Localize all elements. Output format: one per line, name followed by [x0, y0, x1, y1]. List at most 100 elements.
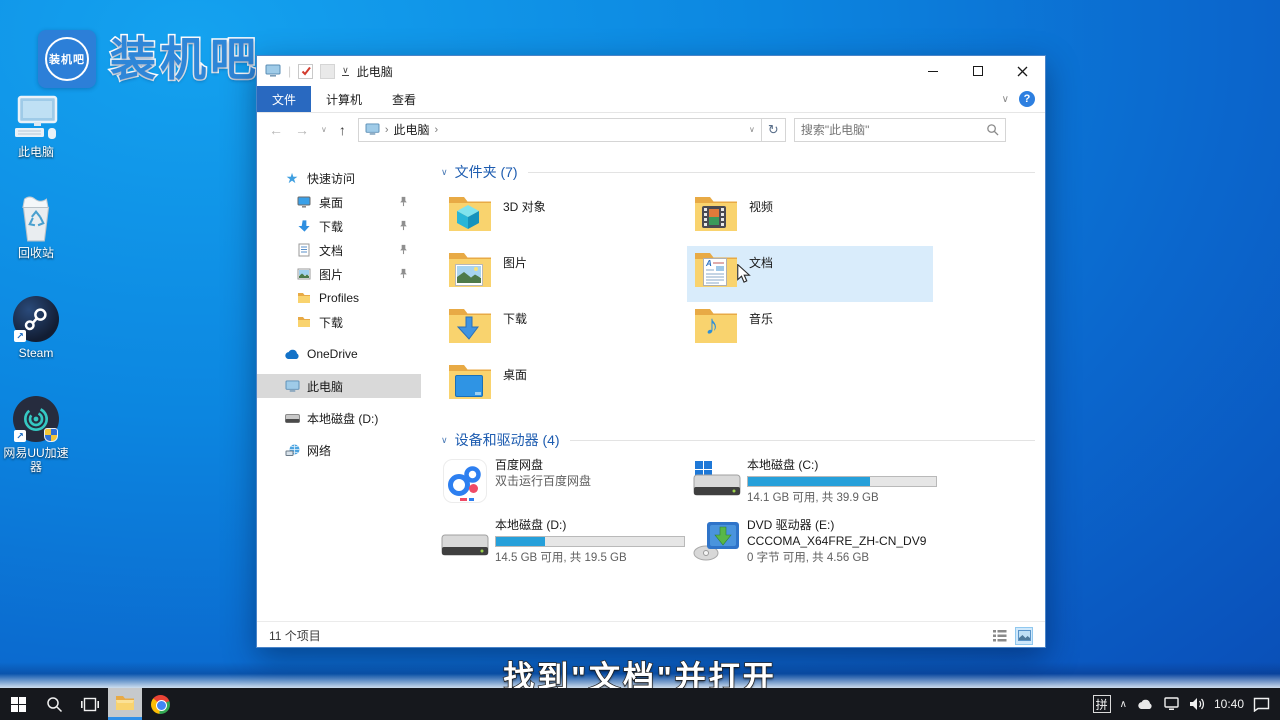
capacity-fill — [496, 537, 545, 546]
folder-documents-icon: A — [693, 250, 739, 290]
desktop: 装机吧 装机吧 此电脑 回收站 — [0, 0, 1280, 720]
properties-button[interactable] — [298, 64, 313, 79]
minimize-button[interactable] — [910, 56, 955, 86]
recycle-bin-icon — [12, 196, 60, 242]
onedrive-tray-icon[interactable] — [1136, 699, 1154, 710]
start-button[interactable] — [0, 688, 36, 720]
breadcrumb-separator[interactable]: › — [435, 124, 439, 136]
quick-access-toolbar: | ∨ — [265, 64, 349, 79]
folder-tile-pictures[interactable]: 图片 — [441, 246, 687, 302]
details-view-button[interactable] — [991, 627, 1009, 645]
taskbar-file-explorer-button[interactable] — [108, 688, 142, 720]
address-dropdown-chevron[interactable]: ∨ — [749, 125, 755, 134]
folder-downloads-icon — [447, 306, 493, 346]
device-tile-local-disk-c[interactable]: 本地磁盘 (C:) 14.1 GB 可用, 共 39.9 GB — [693, 458, 1033, 516]
back-button[interactable]: ← — [269, 122, 283, 138]
action-center-icon[interactable] — [1253, 697, 1270, 712]
window-title: 此电脑 — [357, 63, 393, 80]
sidebar-item-local-disk-d[interactable]: 本地磁盘 (D:) — [257, 406, 421, 430]
sidebar-item-downloads-folder[interactable]: 下载 — [257, 310, 421, 334]
close-button[interactable] — [1000, 56, 1045, 86]
folder-tile-desktop[interactable]: 桌面 — [441, 358, 687, 414]
sidebar-item-profiles[interactable]: Profiles — [257, 286, 421, 310]
folders-grid: 3D 对象 视频 图片 — [441, 190, 1035, 414]
sidebar-item-quick-access[interactable]: ★ 快速访问 — [257, 166, 421, 190]
desktop-icon-steam[interactable]: ↗ Steam — [0, 296, 72, 360]
desktop-icon-label: 网易UU加速器 — [0, 446, 72, 474]
sidebar-item-downloads[interactable]: 下载 — [257, 214, 421, 238]
tab-computer[interactable]: 计算机 — [311, 86, 377, 112]
recent-locations-chevron[interactable]: ∨ — [321, 125, 327, 134]
volume-tray-icon[interactable] — [1189, 697, 1205, 711]
collapse-chevron-icon: ∨ — [441, 435, 448, 446]
folder-tile-documents[interactable]: A 文档 — [687, 246, 933, 302]
breadcrumb-this-pc[interactable]: 此电脑 — [394, 121, 430, 138]
sidebar-item-onedrive[interactable]: OneDrive — [257, 342, 421, 366]
network-tray-icon[interactable] — [1163, 697, 1180, 711]
forward-button[interactable]: → — [295, 122, 309, 138]
desktop-icon-label: 回收站 — [0, 246, 72, 260]
shortcut-arrow-icon: ↗ — [14, 330, 26, 342]
desktop-icon-recycle-bin[interactable]: 回收站 — [0, 196, 72, 260]
tab-view[interactable]: 查看 — [377, 86, 431, 112]
pin-icon — [398, 268, 409, 282]
folder-tile-videos[interactable]: 视频 — [687, 190, 933, 246]
ribbon-collapse-chevron-icon[interactable]: ∨ — [1002, 94, 1009, 105]
folder-tile-3d-objects[interactable]: 3D 对象 — [441, 190, 687, 246]
logo-title: 装机吧 — [110, 30, 260, 88]
breadcrumb-separator: › — [385, 124, 389, 136]
desktop-icon-netease-uu[interactable]: ↗ 网易UU加速器 — [0, 396, 72, 474]
item-count: 11 个项目 — [269, 627, 321, 644]
status-bar: 11 个项目 — [257, 621, 1045, 649]
device-tile-local-disk-d[interactable]: 本地磁盘 (D:) 14.5 GB 可用, 共 19.5 GB — [441, 518, 693, 576]
titlebar[interactable]: | ∨ 此电脑 — [257, 56, 1045, 86]
search-icon — [46, 696, 63, 713]
tab-file[interactable]: 文件 — [257, 86, 311, 112]
document-icon — [296, 242, 312, 258]
network-icon — [284, 442, 300, 458]
maximize-icon — [973, 66, 983, 76]
folders-group-header[interactable]: ∨ 文件夹 (7) — [441, 162, 1035, 182]
folder-pictures-icon — [447, 250, 493, 290]
steam-icon: ↗ — [12, 296, 60, 342]
device-tile-dvd-drive-e[interactable]: DVD 驱动器 (E:) CCCOMA_X64FRE_ZH-CN_DV9 0 字… — [693, 518, 1033, 576]
desktop-icon-this-pc[interactable]: 此电脑 — [0, 95, 72, 159]
pin-icon — [398, 220, 409, 234]
search-input[interactable] — [801, 123, 986, 137]
sidebar-item-documents[interactable]: 文档 — [257, 238, 421, 262]
taskbar-search-button[interactable] — [36, 688, 72, 720]
refresh-button[interactable]: ↻ — [762, 118, 786, 142]
devices-group-header[interactable]: ∨ 设备和驱动器 (4) — [441, 430, 1035, 450]
sidebar-item-this-pc[interactable]: 此电脑 — [257, 374, 421, 398]
sidebar-item-network[interactable]: 网络 — [257, 438, 421, 462]
up-button[interactable]: ↑ — [339, 122, 346, 138]
sidebar-item-desktop[interactable]: 桌面 — [257, 190, 421, 214]
search-box[interactable] — [794, 118, 1006, 142]
folder-tile-downloads[interactable]: 下载 — [441, 302, 687, 358]
devices-grid: 百度网盘 双击运行百度网盘 — [441, 458, 1035, 576]
sidebar-item-pictures[interactable]: 图片 — [257, 262, 421, 286]
task-view-button[interactable] — [72, 688, 108, 720]
customize-toolbar-dropdown[interactable]: ∨ — [342, 66, 349, 76]
help-icon[interactable]: ? — [1019, 91, 1035, 107]
desktop-icon-label: 此电脑 — [0, 145, 72, 159]
collapse-chevron-icon: ∨ — [441, 167, 448, 178]
netease-uu-icon: ↗ — [12, 396, 60, 442]
folder-tile-music[interactable]: ♪ 音乐 — [687, 302, 933, 358]
chrome-icon — [151, 695, 170, 714]
capacity-bar — [495, 536, 685, 547]
maximize-button[interactable] — [955, 56, 1000, 86]
dvd-drive-icon — [693, 518, 741, 564]
folder-videos-icon — [693, 194, 739, 234]
quick-access-star-icon: ★ — [284, 170, 300, 186]
ime-indicator[interactable]: 拼 — [1093, 695, 1111, 713]
clock[interactable]: 10:40 — [1214, 697, 1244, 711]
large-icons-view-button[interactable] — [1015, 627, 1033, 645]
onedrive-cloud-icon — [284, 346, 300, 362]
capacity-bar — [747, 476, 937, 487]
new-folder-button[interactable] — [320, 64, 335, 79]
taskbar-chrome-button[interactable] — [142, 688, 178, 720]
device-tile-baidu-netdisk[interactable]: 百度网盘 双击运行百度网盘 — [441, 458, 693, 516]
address-bar[interactable]: › 此电脑 › ∨ — [358, 118, 762, 142]
hidden-icons-chevron[interactable]: ∧ — [1120, 699, 1127, 710]
